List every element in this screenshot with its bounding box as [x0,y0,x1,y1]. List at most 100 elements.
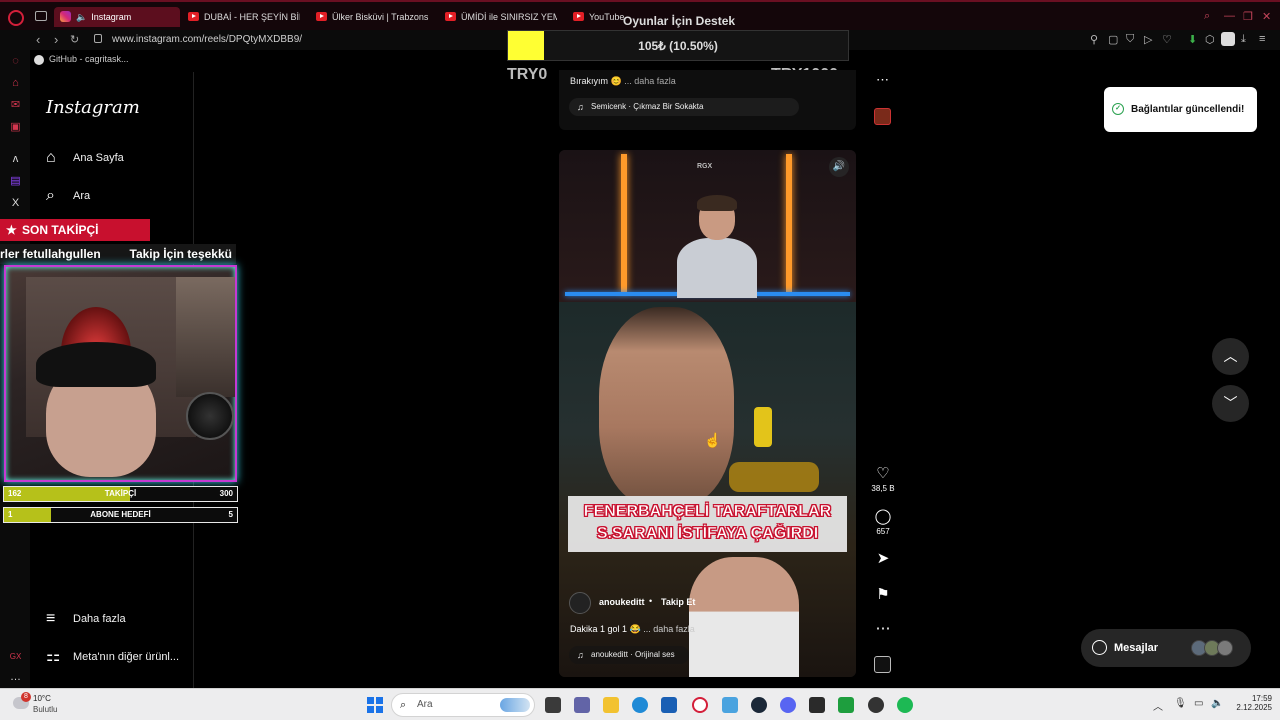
previous-reel-audio[interactable]: ♫ Semicenk · Çıkmaz Bir Sokakta [569,98,799,116]
speaker-icon[interactable]: 🔈 [76,7,87,27]
prev-more-options-icon[interactable]: ⋯ [876,72,889,88]
spotify-icon[interactable] [897,697,913,713]
discord-icon[interactable] [780,697,796,713]
avatar [1217,640,1233,656]
player-icon[interactable]: ▷ [1144,33,1152,46]
reel-audio[interactable]: ♫ anoukeditt · Orijinal ses [569,646,689,664]
download-icon[interactable]: ⬇ [1188,33,1197,46]
prev-audio-thumbnail[interactable] [874,108,891,125]
opera-logo-icon[interactable] [8,10,24,26]
save-button[interactable]: ⚑ [868,586,898,604]
workspace-icon[interactable]: ⌂ [9,77,22,90]
clock[interactable]: 17:59 2.12.2025 [1232,694,1272,712]
donation-progress-bar: 105₺ (10.50%) [507,30,849,61]
more-icon[interactable]: … [9,671,22,684]
reel-more-link[interactable]: ... daha fazla [643,624,695,634]
messages-button[interactable]: Mesajlar [1081,629,1251,667]
teams-icon[interactable] [574,697,590,713]
tab-umidi[interactable]: ÜMİDİ ile SINIRSIZ YEMEK [439,7,557,27]
workspaces-icon[interactable] [35,11,47,21]
nav-meta-apps[interactable]: ⚏ Meta'nın diğer ürünl... [46,646,179,668]
avatar[interactable] [569,592,591,614]
youtube-favicon-icon [188,12,199,21]
url-field[interactable]: www.instagram.com/reels/DPQtyMXDBB9/ [112,34,302,45]
gx-icon[interactable]: GX [9,650,22,663]
opera-gx-icon[interactable] [692,697,708,713]
like-button[interactable]: ♡ 38,5 B [868,465,898,493]
close-icon[interactable]: ✕ [1262,10,1271,23]
forward-icon[interactable]: › [54,32,58,47]
messenger-icon[interactable]: ✉ [9,99,22,112]
reel-footer: anoukeditt • Takip Et Dakika 1 gol 1 😂 .… [559,582,856,677]
chevron-down-icon: ﹀ [1223,395,1238,411]
weather-condition: Bulutlu [33,705,58,714]
more-options-button[interactable]: ⋯ [868,620,898,638]
shield-icon[interactable]: ⛉ [1126,33,1134,46]
follower-goal-bar: TAKİPÇİ 162 300 [3,486,238,502]
task-view-icon[interactable] [545,697,561,713]
store-icon[interactable] [661,697,677,713]
menu-icon: ≡ [46,610,56,627]
previous-reel-footer: Bırakıyım 😊 ... daha fazla ♫ Semicenk · Ç… [559,70,856,130]
minimize-icon[interactable]: — [1224,10,1235,22]
snapshot-icon[interactable]: ▢ [1108,33,1118,46]
download-tray-icon[interactable]: ⤓ [1241,33,1246,46]
taskbar: 8 10°C Bulutlu ⌕ Ara ︿ 🎙 ▭ 🔈 17:59 2.12.… [0,688,1280,720]
extensions-icon[interactable]: ⬡ [1205,33,1215,46]
nav-search[interactable]: ⌕ Ara [46,185,90,207]
nav-more[interactable]: ≡ Daha fazla [46,608,126,630]
pin-icon[interactable]: ⚲ [1090,33,1098,46]
volume-icon[interactable]: 🔊 [829,157,849,177]
heart-icon[interactable]: ♡ [1162,33,1172,46]
reload-icon[interactable]: ↻ [70,33,79,46]
follow-button[interactable]: Takip Et [661,597,695,607]
bookmark-github[interactable]: GitHub - cagritask... [34,54,129,65]
reel-username[interactable]: anoukeditt [599,597,645,607]
connections-updated-toast: ✓ Bağlantılar güncellendi! [1104,87,1257,132]
steam-icon[interactable] [751,697,767,713]
tab-youtube[interactable]: YouTube [567,7,627,27]
tab-dubai[interactable]: DUBAİ - HER ŞEYİN BİR F [182,7,300,27]
donation-title: Oyunlar İçin Destek [623,14,736,28]
volume-icon[interactable]: 🔈 [1211,698,1223,709]
easy-setup-icon[interactable]: ≡ [1259,33,1265,45]
search-tabs-icon[interactable]: ⌕ [1204,10,1210,23]
streamer-figure [677,195,757,298]
edge-icon[interactable] [632,697,648,713]
nvidia-icon[interactable] [838,697,854,713]
subscriber-goal-bar: ABONE HEDEFİ 1 5 [3,507,238,523]
settings-icon[interactable] [722,697,738,713]
next-reel-button[interactable]: ﹀ [1212,385,1249,422]
microphone-icon[interactable]: 🎙 [1174,698,1187,709]
previous-reel-button[interactable]: ︿ [1212,338,1249,375]
news-icon[interactable]: ▣ [9,121,22,134]
nav-home[interactable]: ⌂ Ana Sayfa [46,147,124,169]
check-icon: ✓ [1112,103,1124,115]
taskbar-search[interactable]: ⌕ Ara [391,693,535,717]
previous-reel-more-link[interactable]: ... daha fazla [624,76,676,86]
back-icon[interactable]: ‹ [36,32,40,47]
tab-ulker[interactable]: Ülker Bisküvi | Trabzons [310,7,430,27]
more-icon: ⋯ [875,620,891,637]
twitch-icon[interactable]: ▤ [9,175,22,188]
reel-video[interactable]: RGX 🔊 FENERBAHÇELİ TARAFTARLAR S.SARANI … [559,150,856,677]
share-button[interactable]: ➤ [868,550,898,568]
instagram-logo[interactable]: Instagram [46,97,140,118]
start-button[interactable] [367,697,383,713]
hand-cursor-icon: ☝ [704,432,722,448]
network-icon[interactable]: ▭ [1194,698,1203,709]
restore-icon[interactable]: ❐ [1243,10,1253,23]
reel-person-face [599,307,734,507]
file-explorer-icon[interactable] [603,697,619,713]
audio-thumbnail[interactable] [874,656,891,673]
comment-button[interactable]: ◯ 657 [868,508,898,536]
app-icon[interactable] [868,697,884,713]
tab-instagram[interactable]: 🔈 Instagram [54,7,180,27]
profile-icon[interactable] [1221,32,1235,46]
bookmark-icon: ⚑ [876,586,890,603]
chevron-up-icon[interactable]: ︿ [1153,698,1163,713]
x-twitter-icon[interactable]: X [9,197,22,210]
epic-games-icon[interactable] [809,697,825,713]
aria-icon[interactable]: ◌ [9,55,22,68]
arc-icon[interactable]: ʌ [9,153,22,166]
